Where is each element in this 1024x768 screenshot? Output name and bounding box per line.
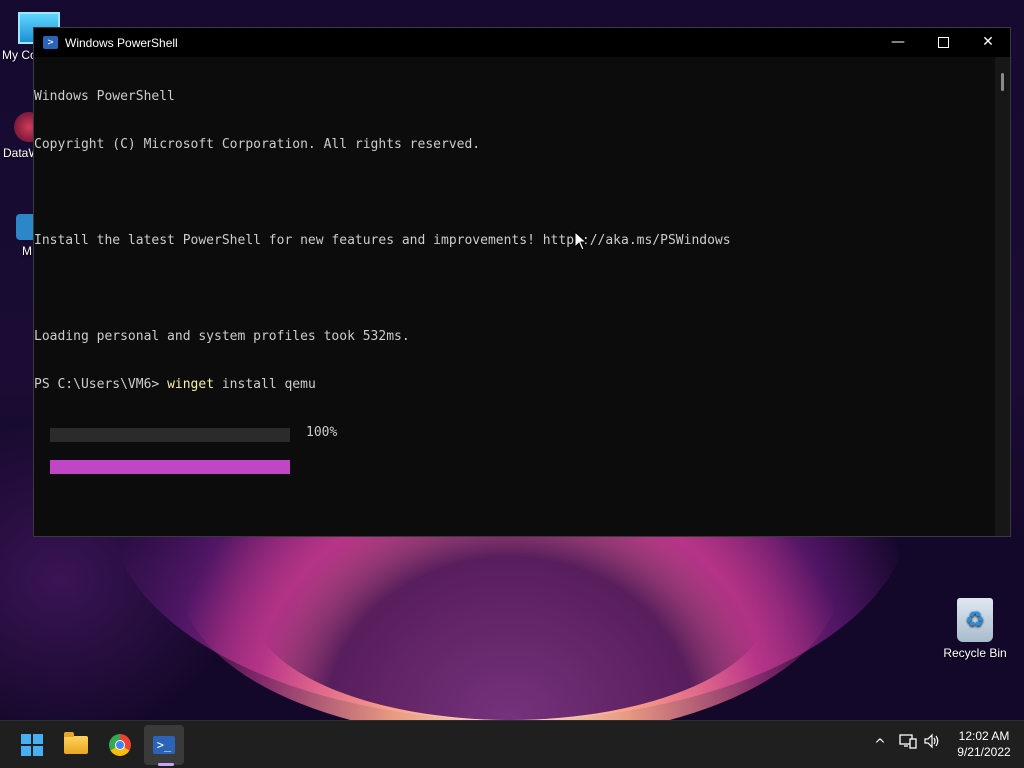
volume-icon [924, 733, 939, 749]
close-icon: ✕ [982, 34, 994, 50]
desktop-icon-recycle-bin[interactable]: ♻ Recycle Bin [937, 598, 1013, 660]
console-line: Windows PowerShell [34, 89, 175, 104]
progress-fill [50, 460, 290, 474]
minimize-icon: — [891, 34, 905, 50]
network-button[interactable] [896, 733, 920, 757]
console-line: Copyright (C) Microsoft Corporation. All… [34, 137, 481, 152]
taskbar-clock[interactable]: 12:02 AM 9/21/2022 [948, 728, 1020, 760]
scrollbar-thumb[interactable] [1001, 73, 1004, 91]
mouse-cursor-icon [574, 231, 588, 251]
chrome-icon [109, 734, 131, 756]
console-scrollbar[interactable] [995, 57, 1010, 536]
console-output[interactable]: Windows PowerShell Copyright (C) Microso… [34, 57, 996, 536]
desktop: My Co DataW M ♻ Recycle Bin > Windows Po… [0, 0, 1024, 768]
powershell-taskbar-button[interactable]: >_ [144, 725, 184, 765]
console-line: Install the latest PowerShell for new fe… [34, 233, 731, 248]
progress-line: 100% [34, 425, 996, 474]
clock-date: 9/21/2022 [957, 745, 1011, 759]
console-command: winget [167, 377, 215, 392]
windows-logo-icon [21, 734, 43, 756]
console-prompt: PS C:\Users\VM6> [34, 377, 168, 392]
powershell-icon: >_ [153, 736, 175, 754]
progress-percent: 100% [306, 425, 338, 440]
close-button[interactable]: ✕ [965, 28, 1011, 57]
show-hidden-icons-button[interactable]: ^ [868, 733, 892, 757]
console-line: Loading personal and system profiles too… [34, 329, 410, 344]
console-prompt-line: PS C:\Users\VM6> winget install qemu [34, 377, 996, 393]
start-button[interactable] [12, 725, 52, 765]
taskbar: >_ ^ 12:02 AM 9/21/2022 [0, 720, 1024, 768]
active-app-indicator [158, 763, 174, 766]
maximize-icon [937, 36, 949, 48]
chrome-button[interactable] [100, 725, 140, 765]
powershell-icon: > [43, 36, 58, 49]
minimize-button[interactable]: — [875, 28, 921, 57]
chevron-up-icon: ^ [874, 737, 886, 753]
window-title: Windows PowerShell [65, 35, 178, 50]
powershell-window[interactable]: > Windows PowerShell — ✕ Windows PowerSh… [33, 27, 1011, 537]
volume-button[interactable] [920, 733, 944, 757]
network-icon [899, 734, 917, 749]
folder-icon [64, 732, 88, 754]
clock-time: 12:02 AM [958, 729, 1010, 743]
progress-bar [50, 428, 290, 474]
file-explorer-button[interactable] [56, 725, 96, 765]
recycle-bin-icon: ♻ [957, 598, 993, 642]
maximize-button[interactable] [920, 28, 966, 57]
window-titlebar[interactable]: > Windows PowerShell — ✕ [34, 28, 1010, 57]
desktop-icon-label: Recycle Bin [943, 646, 1007, 660]
console-command-args: install qemu [214, 377, 316, 392]
